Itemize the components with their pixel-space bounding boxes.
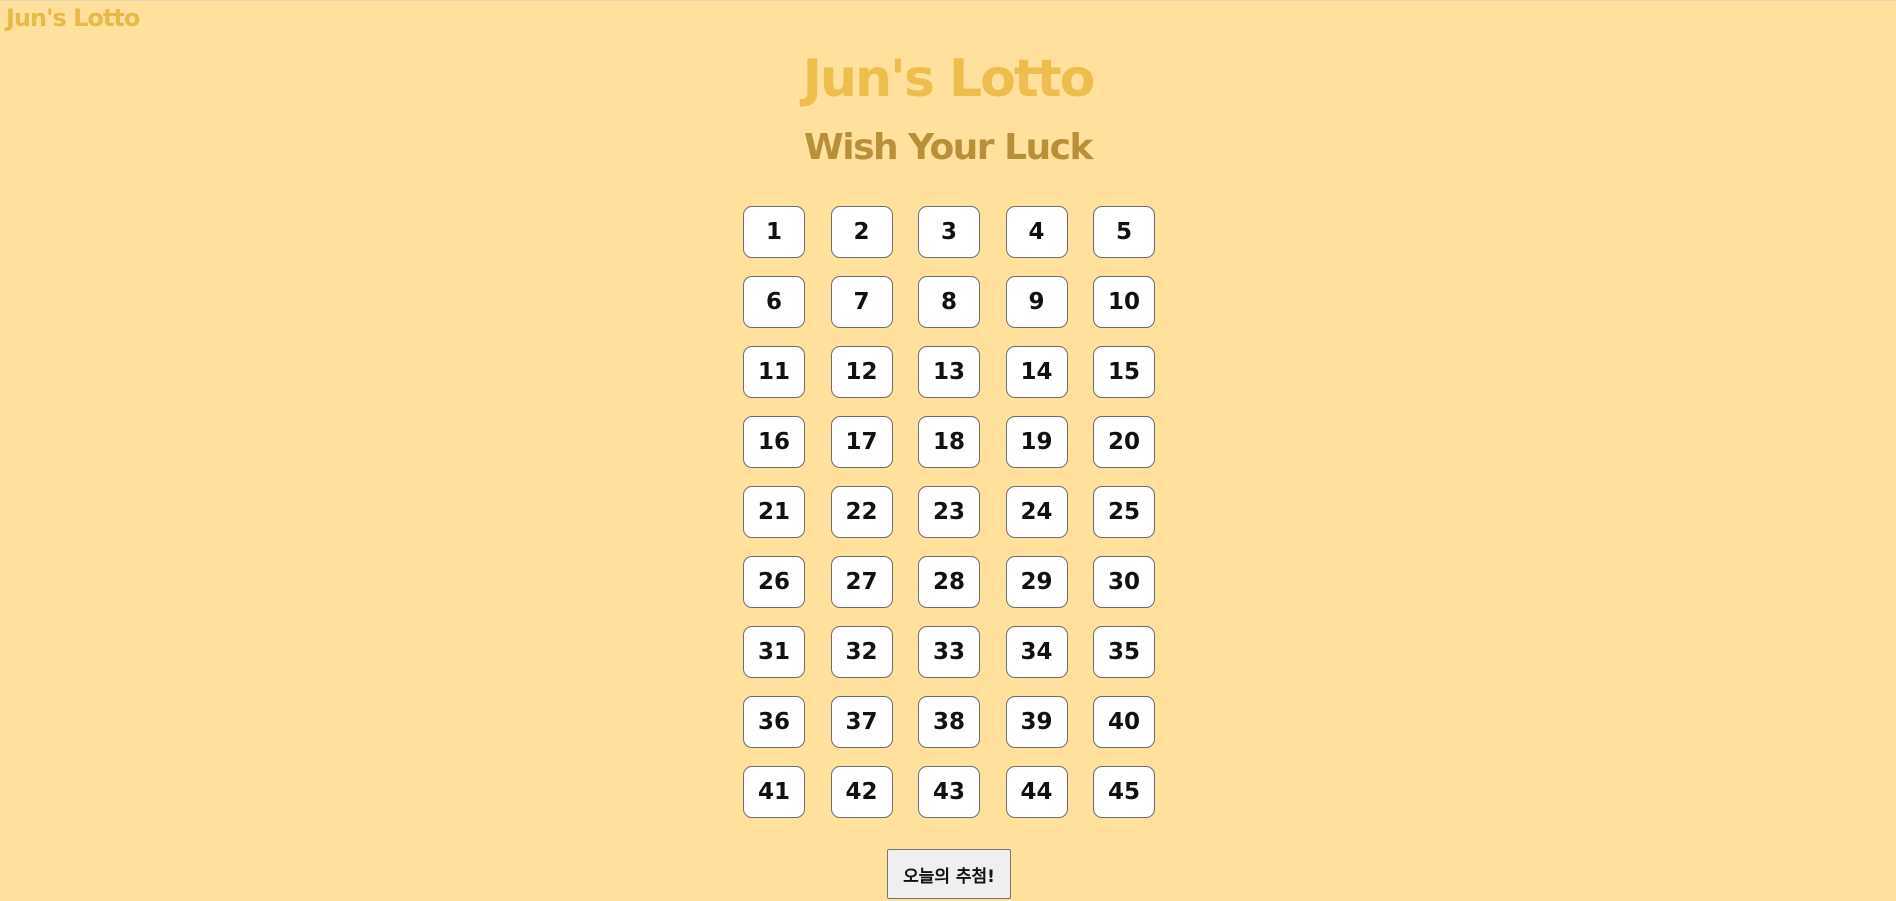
number-button-25[interactable]: 25	[1093, 486, 1155, 538]
number-button-10[interactable]: 10	[1093, 276, 1155, 328]
number-button-13[interactable]: 13	[918, 346, 980, 398]
number-button-33[interactable]: 33	[918, 626, 980, 678]
page-subtitle: Wish Your Luck	[804, 127, 1093, 168]
number-button-21[interactable]: 21	[743, 486, 805, 538]
number-button-3[interactable]: 3	[918, 206, 980, 258]
number-button-16[interactable]: 16	[743, 416, 805, 468]
number-button-15[interactable]: 15	[1093, 346, 1155, 398]
number-button-40[interactable]: 40	[1093, 696, 1155, 748]
brand-logo[interactable]: Jun's Lotto	[6, 4, 140, 32]
number-button-42[interactable]: 42	[830, 766, 893, 818]
number-button-36[interactable]: 36	[743, 696, 805, 748]
number-button-5[interactable]: 5	[1093, 206, 1155, 258]
recommend-button[interactable]: 오늘의 추첨!	[887, 849, 1011, 899]
number-button-38[interactable]: 38	[918, 696, 980, 748]
number-button-44[interactable]: 44	[1005, 766, 1068, 818]
number-button-39[interactable]: 39	[1005, 696, 1068, 748]
number-button-12[interactable]: 12	[830, 346, 893, 398]
number-button-7[interactable]: 7	[830, 276, 893, 328]
number-button-20[interactable]: 20	[1093, 416, 1155, 468]
number-button-26[interactable]: 26	[743, 556, 805, 608]
number-button-18[interactable]: 18	[918, 416, 980, 468]
number-button-28[interactable]: 28	[918, 556, 980, 608]
number-button-45[interactable]: 45	[1093, 766, 1155, 818]
top-border	[0, 0, 1896, 1]
number-button-1[interactable]: 1	[743, 206, 805, 258]
number-button-24[interactable]: 24	[1005, 486, 1068, 538]
number-button-43[interactable]: 43	[918, 766, 980, 818]
number-button-17[interactable]: 17	[830, 416, 893, 468]
page-title: Jun's Lotto	[802, 49, 1096, 109]
number-button-29[interactable]: 29	[1005, 556, 1068, 608]
number-button-30[interactable]: 30	[1093, 556, 1155, 608]
number-button-4[interactable]: 4	[1005, 206, 1068, 258]
number-button-14[interactable]: 14	[1005, 346, 1068, 398]
number-button-8[interactable]: 8	[918, 276, 980, 328]
number-grid: 1 2 3 4 5 6 7 8 9 10 11 12 13 14 15 16 17 18 19 20 21 22 23 24 2…	[743, 206, 1157, 818]
number-button-2[interactable]: 2	[830, 206, 893, 258]
number-button-22[interactable]: 22	[830, 486, 893, 538]
number-button-37[interactable]: 37	[830, 696, 893, 748]
number-button-9[interactable]: 9	[1005, 276, 1068, 328]
number-button-23[interactable]: 23	[918, 486, 980, 538]
number-button-32[interactable]: 32	[830, 626, 893, 678]
number-button-11[interactable]: 11	[743, 346, 805, 398]
number-button-35[interactable]: 35	[1093, 626, 1155, 678]
number-button-41[interactable]: 41	[743, 766, 805, 818]
number-button-27[interactable]: 27	[830, 556, 893, 608]
number-button-19[interactable]: 19	[1005, 416, 1068, 468]
number-button-6[interactable]: 6	[743, 276, 805, 328]
number-button-34[interactable]: 34	[1005, 626, 1068, 678]
number-button-31[interactable]: 31	[743, 626, 805, 678]
